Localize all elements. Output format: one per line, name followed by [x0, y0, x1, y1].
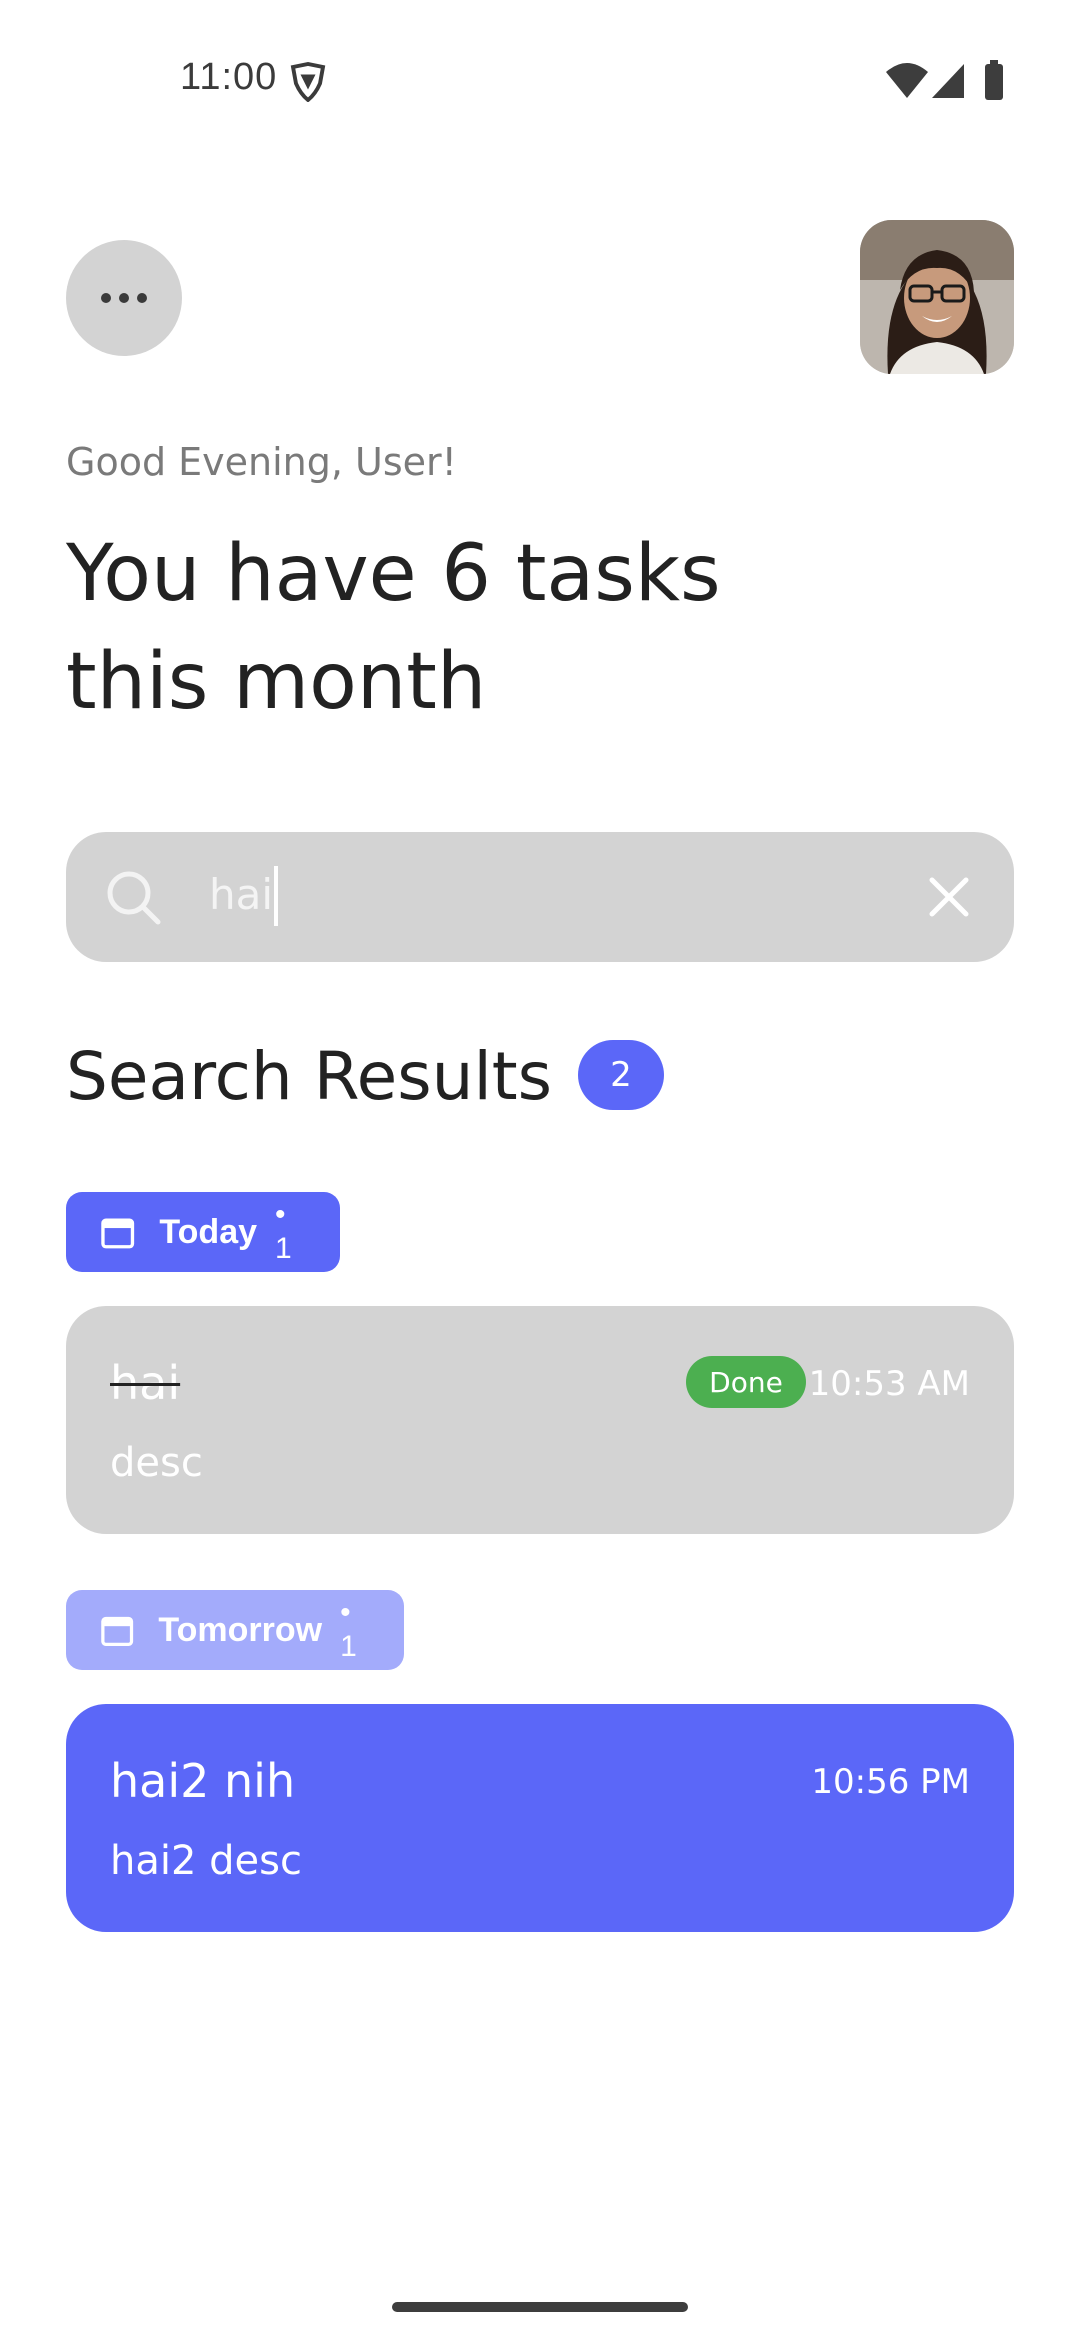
- calendar-icon: [101, 1218, 135, 1249]
- avatar[interactable]: [860, 220, 1014, 374]
- task-description: hai2 desc: [110, 1838, 302, 1884]
- search-results-title: Search Results: [66, 1038, 553, 1115]
- more-horizontal-icon: [101, 293, 147, 303]
- status-badge: Done: [686, 1356, 806, 1408]
- results-count-badge: 2: [578, 1040, 664, 1110]
- search-bar[interactable]: hai: [66, 832, 1014, 962]
- task-card[interactable]: hai2 nih 10:56 PM hai2 desc: [66, 1704, 1014, 1932]
- search-input[interactable]: hai: [209, 870, 273, 919]
- date-chip-tomorrow[interactable]: Tomorrow • 1: [66, 1590, 404, 1670]
- wifi-icon: [886, 63, 928, 98]
- task-title: hai: [110, 1356, 181, 1410]
- chip-count: • 1: [340, 1596, 357, 1663]
- search-icon: [107, 871, 161, 925]
- task-description: desc: [110, 1440, 203, 1486]
- chip-label: Today: [159, 1212, 258, 1251]
- home-indicator[interactable]: [392, 2302, 688, 2312]
- status-time: 11:00: [180, 56, 278, 98]
- task-time: 10:53 AM: [808, 1364, 970, 1404]
- chip-label: Tomorrow: [158, 1610, 323, 1649]
- battery-icon: [985, 60, 1003, 100]
- menu-button[interactable]: [66, 240, 182, 356]
- shield-icon: [290, 62, 326, 102]
- text-cursor: [274, 866, 278, 926]
- greeting-text: Good Evening, User!: [66, 440, 457, 484]
- avatar-photo: [860, 220, 1014, 374]
- task-card[interactable]: hai Done 10:53 AM desc: [66, 1306, 1014, 1534]
- chip-count: • 1: [275, 1198, 292, 1265]
- close-icon[interactable]: [926, 874, 972, 920]
- calendar-icon: [101, 1616, 134, 1646]
- task-time: 10:56 PM: [811, 1762, 970, 1802]
- page-title: You have 6 tasks this month: [66, 529, 721, 727]
- date-chip-today[interactable]: Today • 1: [66, 1192, 340, 1272]
- task-title: hai2 nih: [110, 1754, 296, 1808]
- cellular-icon: [932, 64, 964, 98]
